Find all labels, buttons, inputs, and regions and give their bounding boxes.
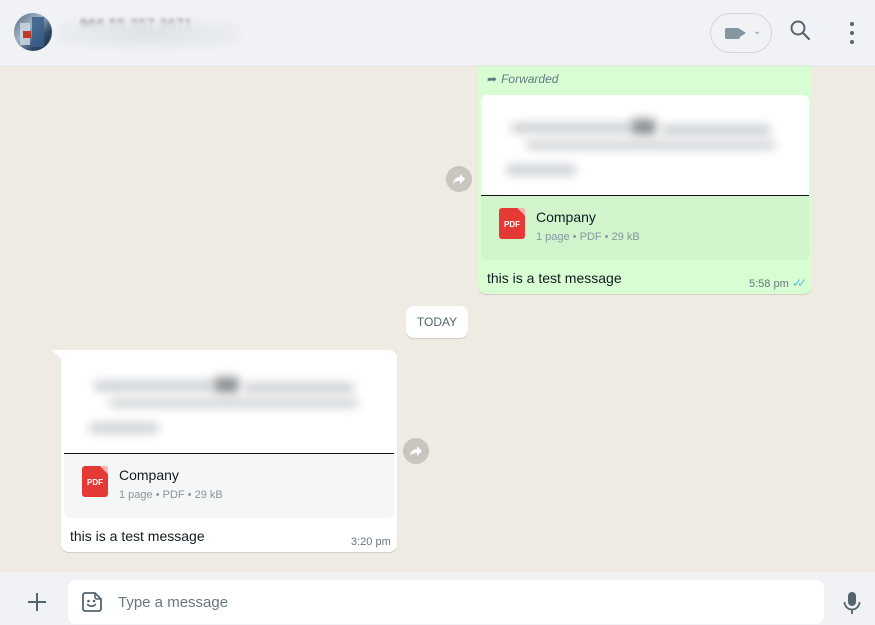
message-text: this is a test message xyxy=(70,528,205,544)
pdf-icon: PDF xyxy=(499,208,525,239)
read-ticks-icon: ✓✓ xyxy=(792,276,807,290)
document-attachment[interactable]: PDF Company 1 page • PDF • 29 kB xyxy=(481,196,809,260)
date-divider: TODAY xyxy=(406,306,468,338)
document-preview[interactable] xyxy=(64,353,394,454)
plus-icon xyxy=(28,593,46,611)
chat-area: ➦ Forwarded PDF Company 1 page • PDF • 29… xyxy=(0,66,875,572)
document-meta: 1 page • PDF • 29 kB xyxy=(536,231,640,243)
document-preview[interactable] xyxy=(481,95,809,196)
document-attachment[interactable]: PDF Company 1 page • PDF • 29 kB xyxy=(64,454,394,518)
message-input-box xyxy=(68,580,824,624)
video-call-button[interactable]: ⌄ xyxy=(710,13,772,53)
outgoing-message[interactable]: ➦ Forwarded PDF Company 1 page • PDF • 29… xyxy=(478,66,812,294)
document-meta: 1 page • PDF • 29 kB xyxy=(119,489,223,501)
pdf-icon: PDF xyxy=(82,466,108,497)
menu-button[interactable] xyxy=(837,18,867,48)
chevron-down-icon: ⌄ xyxy=(753,26,762,37)
message-text: this is a test message xyxy=(487,270,622,286)
document-name: Company xyxy=(536,209,596,225)
message-composer xyxy=(0,572,875,625)
incoming-message[interactable]: PDF Company 1 page • PDF • 29 kB this is… xyxy=(61,350,397,552)
search-button[interactable] xyxy=(788,18,818,48)
sticker-emoji-icon[interactable] xyxy=(81,591,103,613)
contact-info-blur xyxy=(56,20,241,48)
message-input[interactable] xyxy=(118,580,808,624)
forwarded-label: ➦ Forwarded xyxy=(487,72,559,86)
more-vertical-icon xyxy=(850,22,854,44)
message-time: 3:20 pm xyxy=(351,536,391,548)
attach-button[interactable] xyxy=(26,591,48,613)
microphone-icon xyxy=(843,592,861,614)
forward-icon xyxy=(410,446,422,456)
forward-button[interactable] xyxy=(403,438,429,464)
message-time: 5:58 pm xyxy=(749,278,789,290)
document-name: Company xyxy=(119,467,179,483)
forward-icon xyxy=(453,174,465,184)
video-call-icon xyxy=(725,28,746,39)
search-icon xyxy=(790,20,811,41)
chat-header: 966 55 357 3671 ⌄ xyxy=(0,0,875,66)
contact-avatar[interactable] xyxy=(14,13,52,51)
voice-message-button[interactable] xyxy=(841,589,863,617)
forward-button[interactable] xyxy=(446,166,472,192)
forwarded-arrow-icon: ➦ xyxy=(487,72,498,86)
